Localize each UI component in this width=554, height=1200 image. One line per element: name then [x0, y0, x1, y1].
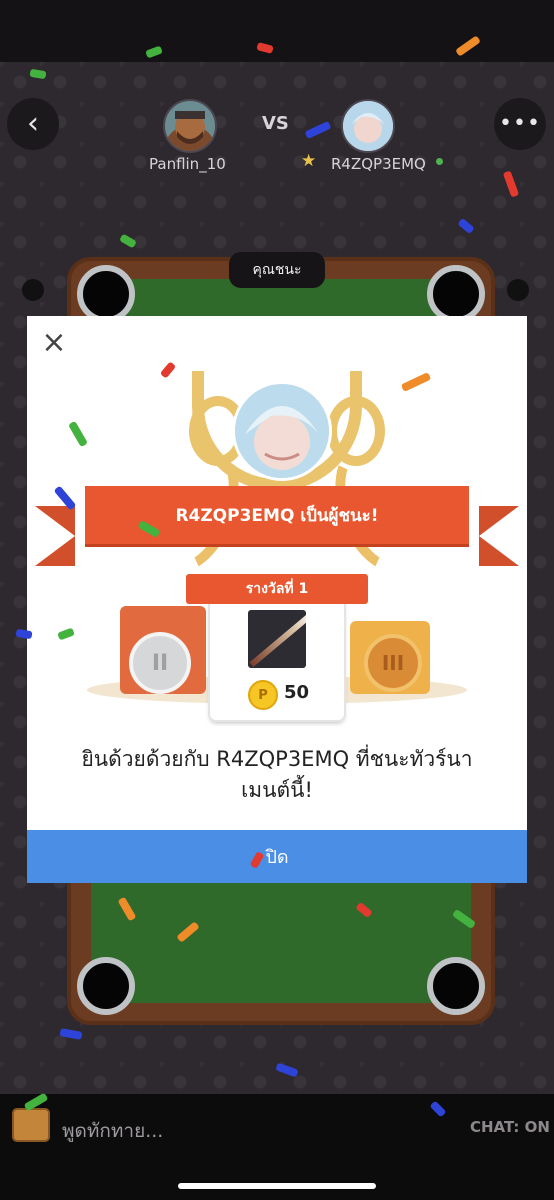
star-icon: ★ — [301, 151, 317, 171]
close-icon[interactable]: × — [39, 328, 69, 358]
silver-medal-icon: II — [129, 632, 191, 694]
vs-label: VS — [262, 113, 289, 134]
more-options-button[interactable]: ••• — [494, 98, 546, 150]
congrats-line-2: เมนต์นี้! — [241, 778, 313, 802]
player1-name: Panflin_10 — [149, 155, 226, 173]
rank-label: รางวัลที่ 1 — [186, 574, 368, 604]
chevron-left-icon: ‹ — [27, 106, 39, 141]
pocket-top-right — [427, 265, 485, 323]
chest-icon[interactable] — [12, 1108, 50, 1142]
online-status-icon — [436, 158, 443, 165]
congrats-line-1: ยินด้วยด้วยกับ R4ZQP3EMQ ที่ชนะทัวร์นา — [81, 747, 473, 771]
status-bar — [0, 0, 554, 62]
more-dots-icon: ••• — [499, 111, 541, 136]
pocket-bottom-right — [427, 957, 485, 1015]
bronze-medal-icon: III — [364, 634, 422, 692]
pocket-top-left — [77, 265, 135, 323]
prize-amount: 50 — [284, 682, 310, 703]
player1-avatar[interactable] — [163, 99, 217, 153]
winner-dialog: × II III P 50 รางวัลที่ 1 ยินด้วยด้วยกับ… — [27, 316, 527, 883]
player2-avatar[interactable] — [341, 99, 395, 153]
ribbon-tail-right — [479, 506, 519, 566]
chat-input[interactable]: พูดทักทาย... — [62, 1116, 163, 1146]
winner-avatar — [232, 381, 332, 481]
congrats-message: ยินด้วยด้วยกับ R4ZQP3EMQ ที่ชนะทัวร์นา เ… — [47, 744, 507, 806]
prize-card: P 50 — [210, 600, 344, 720]
back-button[interactable]: ‹ — [7, 98, 59, 150]
ribbon-tail-left — [35, 506, 75, 566]
ball-indicator — [507, 279, 529, 301]
cue-icon — [248, 610, 306, 668]
pocket-bottom-left — [77, 957, 135, 1015]
coin-icon: P — [248, 680, 278, 710]
win-label: คุณชนะ — [229, 252, 325, 288]
winner-banner: R4ZQP3EMQ เป็นผู้ชนะ! — [85, 486, 469, 544]
home-indicator — [178, 1183, 376, 1189]
player2-name: R4ZQP3EMQ — [331, 155, 426, 173]
close-button[interactable]: ปิด — [27, 830, 527, 883]
dialog-content: × II III P 50 รางวัลที่ 1 ยินด้วยด้วยกับ… — [27, 316, 527, 883]
chat-toggle[interactable]: CHAT: ON — [470, 1118, 550, 1136]
ball-indicator — [22, 279, 44, 301]
